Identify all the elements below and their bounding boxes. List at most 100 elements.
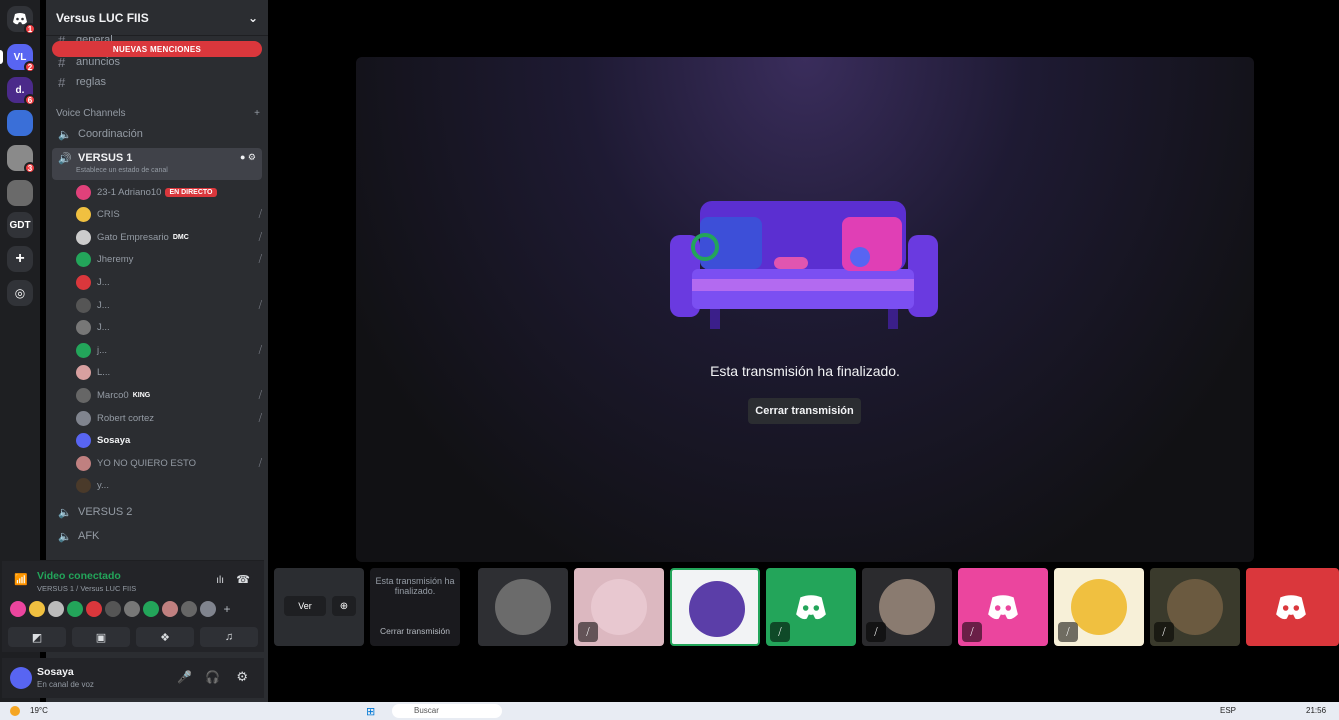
mute-icon: ⧸ <box>770 622 790 642</box>
participant-avatars: + <box>10 601 235 617</box>
voice-channel-afk[interactable]: 🔈 AFK <box>52 526 262 546</box>
clock[interactable]: 21:56 <box>1306 706 1326 715</box>
voice-user-row[interactable]: J... <box>76 318 262 338</box>
hash-icon: # <box>58 74 66 90</box>
mute-icon: ⧸ <box>962 622 982 642</box>
camera-off-button[interactable]: ◩ <box>8 627 66 647</box>
server-vl[interactable]: VL 2 <box>7 44 36 73</box>
watch-button[interactable]: Ver <box>284 596 326 616</box>
zoom-icon[interactable]: ⊕ <box>332 596 356 616</box>
home-button[interactable]: 1 <box>7 6 36 35</box>
user-status: En canal de voz <box>37 680 94 689</box>
voice-channel-versus2[interactable]: 🔈 VERSUS 2 <box>52 502 262 522</box>
avatar <box>76 387 91 403</box>
discord-logo-icon <box>988 595 1018 620</box>
channel-sidebar: Versus LUC FIIS ⌄ # general # anuncios NUE… <box>2 0 268 702</box>
voice-user-row[interactable]: y... <box>76 476 262 496</box>
avatar <box>76 229 91 245</box>
headphones-icon[interactable]: 🎧 <box>205 670 220 684</box>
tile-participant-7[interactable]: ⧸ <box>1054 568 1144 646</box>
voice-user-row[interactable]: Gato Empresario DMC ⧸ <box>76 227 262 247</box>
deafened-icon: ⧸ <box>258 209 262 221</box>
tile-participant-6[interactable]: ⧸ <box>958 568 1048 646</box>
settings-icon[interactable]: ⚙ <box>236 669 248 685</box>
new-mentions-banner[interactable]: NUEVAS MENCIONES <box>52 41 262 57</box>
microphone-icon[interactable]: 🎤 <box>177 670 192 684</box>
avatar <box>76 365 91 381</box>
server-d[interactable]: d. 6 <box>7 77 36 106</box>
mute-icon: ⧸ <box>866 622 886 642</box>
voice-user-row[interactable]: L... <box>76 363 262 383</box>
deafened-icon: ⧸ <box>258 389 262 401</box>
username[interactable]: Sosaya <box>37 666 74 678</box>
voice-user-name: J... <box>97 322 110 334</box>
add-channel-icon[interactable]: + <box>254 108 260 119</box>
tile-participant-3[interactable] <box>670 568 760 646</box>
voice-user-name: L... <box>97 367 111 379</box>
avatar <box>76 252 91 268</box>
noise-icon[interactable]: ılı <box>216 575 224 586</box>
avatar <box>76 297 91 313</box>
voice-status: Video conectado <box>37 570 121 582</box>
screen-share-button[interactable]: ▣ <box>72 627 130 647</box>
taskbar-search[interactable]: Buscar <box>392 704 502 718</box>
voice-channel-versus1[interactable]: 🔊 VERSUS 1 ● ⚙ <box>52 148 262 180</box>
channel-reglas[interactable]: # reglas <box>52 72 262 92</box>
voice-user-row[interactable]: J... ⧸ <box>76 295 262 315</box>
soundboard-button[interactable]: ♫ <box>200 627 258 647</box>
tile-participant-8[interactable]: ⧸ <box>1150 568 1240 646</box>
voice-channel-coordinacion[interactable]: 🔈 Coordinación <box>52 124 262 144</box>
tile-ended-stream[interactable]: Esta transmisión ha finalizado. Cerrar t… <box>370 568 460 646</box>
tile-participant-2[interactable]: ⧸ <box>574 568 664 646</box>
voice-user-row[interactable]: Marco0 KING ⧸ <box>76 385 262 405</box>
windows-taskbar: 19°C ⊞ Buscar ESP 21:56 <box>0 702 1339 720</box>
channel-status[interactable]: Establece un estado de canal <box>76 167 168 174</box>
server-gdt[interactable]: GDT <box>7 212 33 238</box>
tile-watch-stream[interactable]: Ver ⊕ <box>274 568 364 646</box>
voice-user-row[interactable]: Robert cortez ⧸ <box>76 408 262 428</box>
tile-participant-1[interactable] <box>478 568 568 646</box>
signal-icon[interactable]: 📶 <box>14 573 28 586</box>
voice-user-row[interactable]: 23-1 Adriano10 EN DIRECTO <box>76 182 262 202</box>
deafened-icon: ⧸ <box>258 344 262 356</box>
voice-user-row[interactable]: J... <box>76 272 262 292</box>
tile-participant-5[interactable]: ⧸ <box>862 568 952 646</box>
tile-participant-4[interactable]: ⧸ <box>766 568 856 646</box>
close-stream-button[interactable]: Cerrar transmisión <box>748 398 861 424</box>
windows-start-icon[interactable]: ⊞ <box>366 705 375 718</box>
couch-illustration <box>670 201 938 329</box>
avatar <box>76 455 91 471</box>
voice-category[interactable]: Voice Channels + <box>56 108 260 119</box>
add-participant-icon[interactable]: + <box>219 601 235 617</box>
disconnect-icon[interactable]: ☎ <box>236 573 250 586</box>
server-image-2[interactable]: 3 <box>7 145 36 174</box>
voice-user-name: j... <box>97 344 108 356</box>
voice-user-row[interactable]: j... ⧸ <box>76 340 262 360</box>
server-image-1[interactable] <box>7 110 33 136</box>
add-server-icon[interactable]: + <box>7 246 33 272</box>
avatar[interactable] <box>10 667 32 689</box>
channel-actions-icon[interactable]: ● ⚙ <box>240 152 256 163</box>
voice-user-name: Jheremy <box>97 254 134 266</box>
voice-user-row[interactable]: Jheremy ⧸ <box>76 250 262 270</box>
user-tag: KING <box>132 391 151 399</box>
voice-channel-name[interactable]: VERSUS 1 / Versus LUC FIIS <box>37 584 136 593</box>
weather-icon[interactable] <box>10 706 20 716</box>
explore-icon[interactable]: ◎ <box>7 280 33 306</box>
voice-user-name: Sosaya <box>97 435 131 447</box>
voice-user-row[interactable]: CRIS ⧸ <box>76 205 262 225</box>
voice-user-name: Gato Empresario <box>97 231 169 243</box>
mini-close-button[interactable]: Cerrar transmisión <box>370 626 460 636</box>
activities-button[interactable]: ❖ <box>136 627 194 647</box>
voice-user-name: Robert cortez <box>97 412 155 424</box>
tile-participant-9[interactable] <box>1246 568 1339 646</box>
mini-ended-text: Esta transmisión ha finalizado. <box>375 576 455 596</box>
voice-user-name: J... <box>97 276 110 288</box>
voice-user-row[interactable]: YO NO QUIERO ESTO ⧸ <box>76 453 262 473</box>
avatar <box>1071 579 1127 635</box>
avatar <box>76 478 91 494</box>
voice-user-row[interactable]: Sosaya <box>76 431 262 451</box>
language-indicator[interactable]: ESP <box>1220 706 1236 715</box>
avatar <box>76 342 91 358</box>
server-image-3[interactable] <box>7 180 33 206</box>
